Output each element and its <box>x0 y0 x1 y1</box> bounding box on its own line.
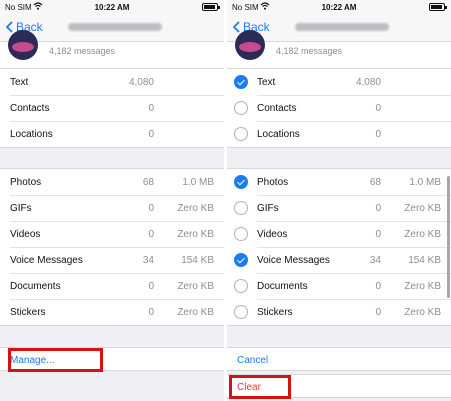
message-count: 4,182 messages <box>49 46 116 56</box>
item-count: 4,080 <box>355 77 381 88</box>
item-count: 0 <box>375 129 381 140</box>
item-size: Zero KB <box>404 307 441 318</box>
item-count: 68 <box>369 177 381 188</box>
list-item: Contacts 0 <box>0 95 224 121</box>
item-count: 4,080 <box>128 77 154 88</box>
item-count: 0 <box>148 103 154 114</box>
manage-highlight-box <box>8 348 103 372</box>
clear-highlight-box <box>229 375 291 399</box>
list-item: Documents 0 Zero KB <box>0 273 224 299</box>
list-item[interactable]: Documents 0 Zero KB <box>227 273 451 299</box>
item-count: 34 <box>369 255 381 266</box>
item-count: 68 <box>142 177 154 188</box>
chat-title-redacted <box>295 23 389 31</box>
item-size: Zero KB <box>177 307 214 318</box>
item-count: 0 <box>148 281 154 292</box>
status-time: 10:22 AM <box>94 3 130 12</box>
list-item[interactable]: Locations 0 <box>227 121 451 147</box>
item-count: 0 <box>375 281 381 292</box>
list-item: Stickers 0 Zero KB <box>0 299 224 325</box>
manage-selection-panel: No SIM 10:22 AM Back 4,182 messages Text… <box>227 0 451 401</box>
item-count: 0 <box>148 203 154 214</box>
cancel-button[interactable]: Cancel <box>227 347 451 371</box>
item-size: Zero KB <box>404 281 441 292</box>
chat-profile: 4,182 messages <box>0 30 224 68</box>
item-count: 0 <box>375 103 381 114</box>
battery-icon <box>429 3 447 11</box>
avatar <box>8 30 38 60</box>
media-types-section: Photos 68 1.0 MB GIFs 0 Zero KB Videos 0… <box>0 168 224 326</box>
item-count: 0 <box>148 129 154 140</box>
item-size: Zero KB <box>177 203 214 214</box>
list-item[interactable]: Contacts 0 <box>227 95 451 121</box>
status-time: 10:22 AM <box>321 3 357 12</box>
message-types-section: Text 4,080 Contacts 0 Locations 0 <box>227 68 451 148</box>
list-item[interactable]: Stickers 0 Zero KB <box>227 299 451 325</box>
item-size: 154 KB <box>181 255 214 266</box>
item-size: Zero KB <box>404 229 441 240</box>
status-bar: No SIM 10:22 AM <box>0 0 224 14</box>
item-size: Zero KB <box>404 203 441 214</box>
cancel-label: Cancel <box>237 355 269 366</box>
chevron-left-icon <box>6 21 13 33</box>
chat-profile: 4,182 messages <box>227 30 451 68</box>
item-count: 0 <box>375 307 381 318</box>
list-item[interactable]: Voice Messages 34 154 KB <box>227 247 451 273</box>
item-count: 0 <box>375 229 381 240</box>
item-count: 0 <box>375 203 381 214</box>
list-item: Photos 68 1.0 MB <box>0 169 224 195</box>
item-size: Zero KB <box>177 281 214 292</box>
item-size: Zero KB <box>177 229 214 240</box>
list-item: GIFs 0 Zero KB <box>0 195 224 221</box>
list-item: Voice Messages 34 154 KB <box>0 247 224 273</box>
media-types-section: Photos 68 1.0 MB GIFs 0 Zero KB Videos 0… <box>227 168 451 326</box>
battery-icon <box>202 3 220 11</box>
avatar <box>235 30 265 60</box>
list-item[interactable]: Videos 0 Zero KB <box>227 221 451 247</box>
list-item: Text 4,080 <box>0 69 224 95</box>
status-bar: No SIM 10:22 AM <box>227 0 451 14</box>
chat-title-redacted <box>68 23 162 31</box>
list-item: Locations 0 <box>0 121 224 147</box>
item-count: 0 <box>148 307 154 318</box>
chevron-left-icon <box>233 21 240 33</box>
message-types-section: Text 4,080 Contacts 0 Locations 0 <box>0 68 224 148</box>
item-count: 0 <box>148 229 154 240</box>
list-item[interactable]: GIFs 0 Zero KB <box>227 195 451 221</box>
item-size: 154 KB <box>408 255 441 266</box>
storage-usage-panel: No SIM 10:22 AM Back 4,182 messages Text… <box>0 0 224 401</box>
item-count: 34 <box>142 255 154 266</box>
list-item: Videos 0 Zero KB <box>0 221 224 247</box>
list-item[interactable]: Text 4,080 <box>227 69 451 95</box>
item-size: 1.0 MB <box>182 177 214 188</box>
message-count: 4,182 messages <box>276 46 343 56</box>
item-size: 1.0 MB <box>409 177 441 188</box>
scrollbar[interactable] <box>447 176 450 298</box>
list-item[interactable]: Photos 68 1.0 MB <box>227 169 451 195</box>
